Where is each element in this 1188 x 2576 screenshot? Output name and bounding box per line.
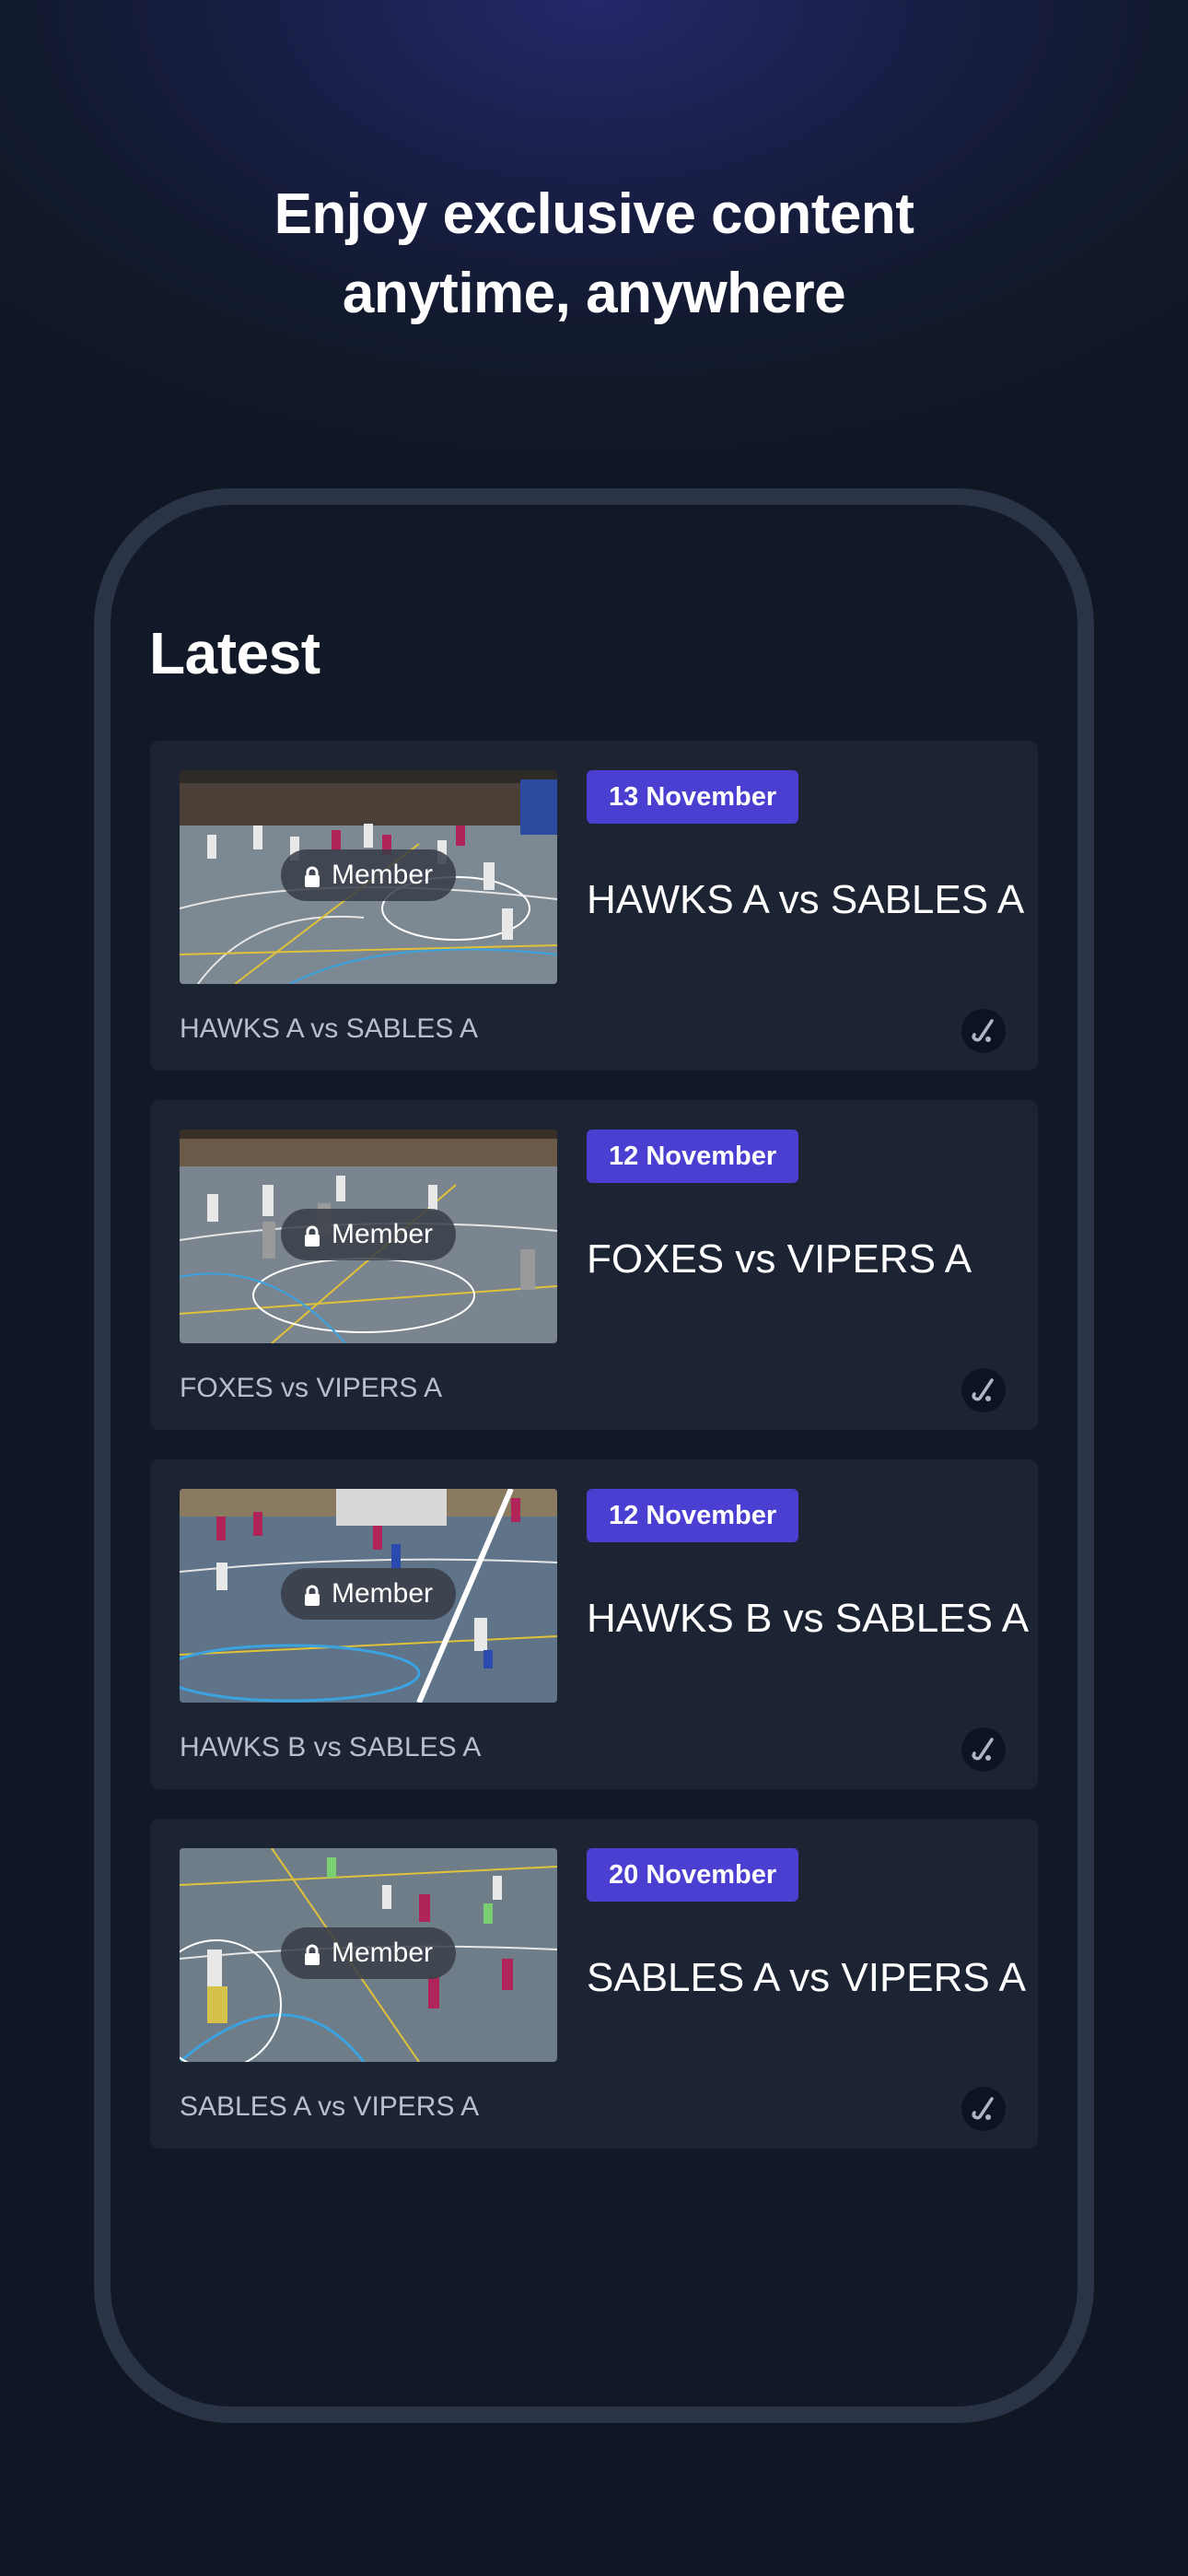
video-thumbnail[interactable]: Member — [180, 770, 557, 984]
match-subtitle: FOXES vs VIPERS A — [180, 1373, 443, 1403]
member-badge: Member — [281, 1568, 456, 1620]
section-title-latest: Latest — [149, 620, 320, 686]
video-thumbnail[interactable]: Member — [180, 1848, 557, 2062]
lock-icon — [304, 864, 320, 887]
lock-icon — [304, 1583, 320, 1606]
member-badge: Member — [281, 849, 456, 901]
member-badge: Member — [281, 1927, 456, 1979]
member-badge-label: Member — [331, 860, 434, 890]
headline-line-1: Enjoy exclusive content — [274, 182, 914, 246]
member-badge-label: Member — [331, 1578, 434, 1609]
match-title[interactable]: HAWKS B vs SABLES A — [587, 1596, 1029, 1642]
match-subtitle: HAWKS A vs SABLES A — [180, 1013, 479, 1044]
date-badge: 12 November — [587, 1489, 799, 1542]
video-card[interactable]: Member 12 November HAWKS B vs SABLES A H… — [150, 1459, 1038, 1789]
hockey-stick-icon — [961, 1009, 1006, 1053]
hockey-stick-icon — [961, 2087, 1006, 2131]
date-badge: 13 November — [587, 770, 799, 824]
match-subtitle: HAWKS B vs SABLES A — [180, 1732, 482, 1762]
video-card[interactable]: Member 13 November HAWKS A vs SABLES A H… — [150, 741, 1038, 1071]
member-badge-label: Member — [331, 1219, 434, 1249]
lock-icon — [304, 1224, 320, 1247]
video-thumbnail[interactable]: Member — [180, 1489, 557, 1703]
member-badge: Member — [281, 1209, 456, 1260]
lock-icon — [304, 1942, 320, 1965]
promo-headline: Enjoy exclusive content anytime, anywher… — [0, 175, 1188, 334]
match-title[interactable]: SABLES A vs VIPERS A — [587, 1955, 1026, 2001]
video-card[interactable]: Member 12 November FOXES vs VIPERS A FOX… — [150, 1100, 1038, 1430]
match-title[interactable]: HAWKS A vs SABLES A — [587, 877, 1024, 923]
hockey-stick-icon — [961, 1727, 1006, 1772]
match-title[interactable]: FOXES vs VIPERS A — [587, 1236, 972, 1282]
date-badge: 20 November — [587, 1848, 799, 1902]
video-thumbnail[interactable]: Member — [180, 1130, 557, 1343]
member-badge-label: Member — [331, 1938, 434, 1968]
headline-line-2: anytime, anywhere — [342, 262, 846, 325]
hockey-stick-icon — [961, 1368, 1006, 1412]
video-card[interactable]: Member 20 November SABLES A vs VIPERS A … — [150, 1819, 1038, 2149]
date-badge: 12 November — [587, 1130, 799, 1183]
match-subtitle: SABLES A vs VIPERS A — [180, 2091, 480, 2122]
